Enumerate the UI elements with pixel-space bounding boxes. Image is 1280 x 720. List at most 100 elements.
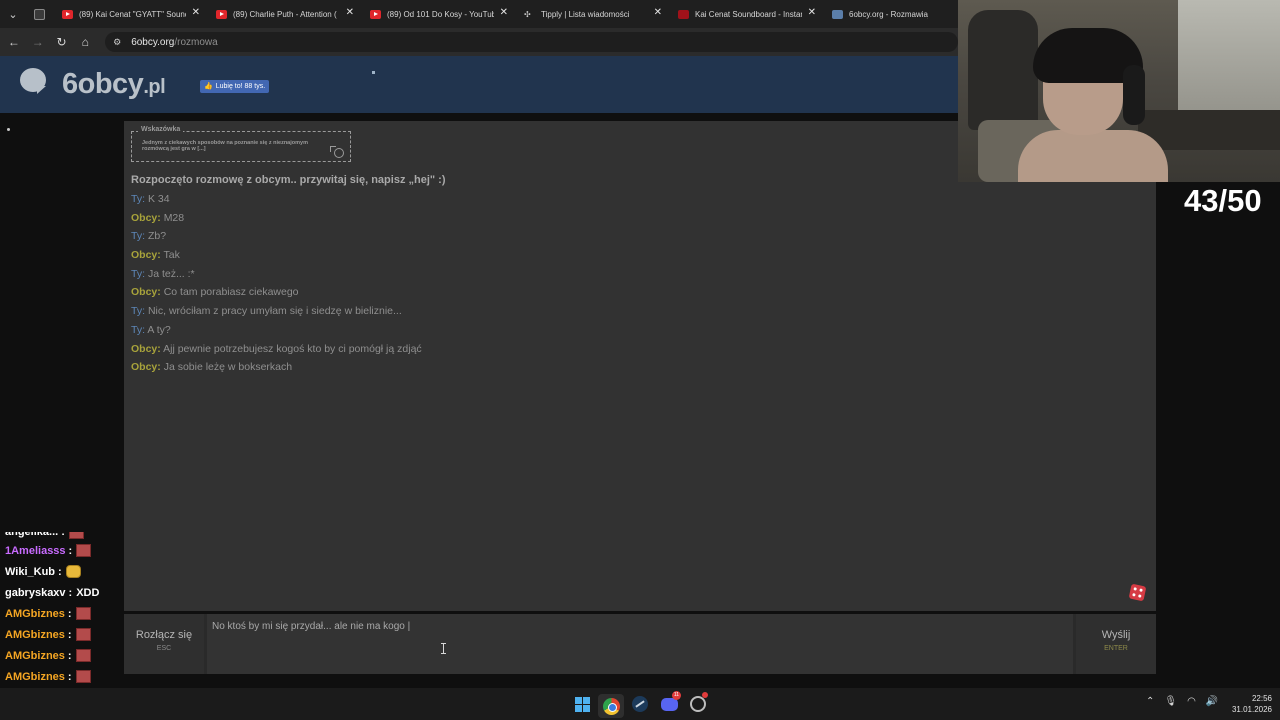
chat-text: XDD [76, 586, 100, 599]
tip-legend: Wskazówka [138, 126, 184, 133]
chat-emote-icon [76, 544, 92, 557]
message-text: Ajj pewnie potrzebujesz kogoś kto by ci … [163, 342, 422, 355]
chat-message: Ty: K 34 [131, 193, 422, 212]
stream-chat-line: AMGbiznes: [0, 645, 124, 666]
youtube-icon [216, 9, 227, 19]
disconnect-shortcut: ESC [156, 645, 172, 652]
webcam-overlay [958, 0, 1280, 182]
chat-message: Ty: Ja też... :* [131, 268, 422, 287]
address-bar[interactable]: ⚙ 6obcy.org/rozmowa [105, 32, 958, 52]
browser-tab[interactable]: ✣ Tipply | Lista wiadomości ✕ [514, 0, 668, 28]
facebook-like-button[interactable]: 👍 Lubię to! 88 tys. [200, 80, 270, 93]
address-domain: 6obcy.org [131, 36, 175, 48]
microphone-icon[interactable]: 🎙 [1164, 696, 1177, 707]
message-author: Ty: [131, 193, 146, 205]
message-author: Ty: [131, 267, 146, 280]
stream-chat-line: gabryskaxv: XDD [0, 582, 124, 603]
app-taskbar-button[interactable] [688, 692, 708, 714]
tip-text: Jednym z ciekawych sposobów na poznanie … [142, 140, 308, 152]
steam-taskbar-button[interactable] [630, 694, 650, 714]
decorative-dot [372, 71, 375, 74]
chat-username: angelika... [5, 532, 59, 538]
refresh-tip-icon[interactable] [330, 146, 344, 158]
chat-message: Ty: A ty? [131, 324, 422, 343]
system-clock[interactable]: 22:56 31.01.2026 [1226, 693, 1272, 715]
stream-chat-line: AMGbiznes: [0, 624, 124, 645]
close-tab-icon[interactable]: ✕ [808, 8, 816, 18]
browser-tab[interactable]: (89) Charlie Puth - Attention ( ✕ [206, 0, 360, 28]
message-text: K 34 [147, 193, 170, 205]
site-logo[interactable]: 6obcy.pl [62, 68, 166, 101]
message-text: Co tam porabiasz ciekawego [163, 286, 299, 299]
chat-username: AMGbiznes [5, 628, 65, 641]
tipply-icon: ✣ [524, 9, 531, 19]
chat-separator: : [67, 628, 72, 641]
home-icon[interactable]: ⌂ [73, 28, 97, 56]
tab-title: (89) Charlie Puth - Attention ( [233, 9, 337, 19]
send-shortcut: ENTER [1104, 645, 1128, 652]
browser-tab-active[interactable]: 6obcy.org - Rozmawiaj anonim [822, 0, 948, 28]
discord-taskbar-button[interactable]: 11 [659, 691, 681, 714]
text-cursor-icon [441, 643, 449, 654]
browser-toolbar: ← → ↻ ⌂ ⚙ 6obcy.org/rozmowa [0, 28, 958, 56]
tab-title: 6obcy.org - Rozmawiaj anonim [849, 9, 928, 19]
windows-taskbar: 11 ⌃ 🎙 ◠ 🔊 22:56 31.01.2026 [0, 688, 1280, 720]
message-text: Tak [163, 249, 180, 262]
chat-message: Ty: Zb? [131, 230, 422, 249]
message-author: Obcy: [131, 286, 161, 299]
message-text: M28 [163, 211, 185, 224]
volume-icon[interactable]: 🔊 [1206, 696, 1218, 707]
start-button[interactable] [572, 694, 592, 714]
notification-dot [702, 692, 708, 698]
send-button[interactable]: Wyślij ENTER [1076, 614, 1156, 674]
chat-message: Obcy: Co tam porabiasz ciekawego [131, 286, 422, 305]
logo-speech-bubble-icon [20, 68, 46, 94]
close-tab-icon[interactable]: ✕ [500, 8, 508, 18]
browser-tab[interactable]: (89) Od 101 Do Kosy - YouTub ✕ [360, 0, 514, 28]
message-author: Obcy: [131, 211, 161, 224]
back-arrow-icon[interactable]: ← [2, 28, 26, 56]
message-input[interactable]: No ktoś by mi się przydał... ale nie ma … [207, 614, 1073, 674]
close-tab-icon[interactable]: ✕ [192, 8, 200, 18]
thumbs-up-icon: 👍 [204, 83, 213, 90]
close-tab-icon[interactable]: ✕ [654, 8, 662, 18]
like-button-label: Lubię to! 88 tys. [215, 83, 266, 90]
message-text: Ja sobie leżę w bokserkach [163, 361, 293, 374]
stream-chat-line: AMGbiznes: [0, 666, 124, 687]
pinned-tab[interactable] [26, 0, 52, 28]
tab-title: (89) Od 101 Do Kosy - YouTub [387, 9, 494, 19]
app-icon [690, 696, 706, 712]
decorative-dot [7, 128, 10, 131]
message-author: Obcy: [131, 342, 161, 355]
chrome-taskbar-button[interactable] [598, 694, 624, 718]
clock-date: 31.01.2026 [1231, 705, 1272, 714]
message-author: Ty: [131, 230, 146, 243]
chat-log-panel: Wskazówka Jednym z ciekawych sposobów na… [124, 121, 1156, 611]
chevron-up-icon[interactable]: ⌃ [1146, 696, 1154, 707]
tab-search-chevron-icon[interactable]: ⌄ [0, 0, 26, 28]
close-tab-icon[interactable]: ✕ [346, 8, 354, 18]
browser-tab[interactable]: Kai Cenat Soundboard - Instan ✕ [668, 0, 822, 28]
chat-separator: : [68, 586, 73, 599]
disconnect-button[interactable]: Rozłącz się ESC [124, 614, 204, 674]
browser-tab[interactable]: (89) Kai Cenat "GYATT" Sound ✕ [52, 0, 206, 28]
wifi-icon[interactable]: ◠ [1187, 696, 1196, 707]
chat-message: Ty: Nic, wróciłam z pracy umyłam się i s… [131, 305, 422, 324]
chrome-icon [602, 697, 620, 715]
soundboard-icon [678, 9, 689, 19]
pinned-tab-icon [33, 8, 45, 20]
dice-icon[interactable] [1128, 583, 1147, 602]
tab-title: Tipply | Lista wiadomości [541, 9, 630, 19]
tip-box: Wskazówka Jednym z ciekawych sposobów na… [131, 126, 351, 162]
tab-title: (89) Kai Cenat "GYATT" Sound [79, 9, 186, 19]
chat-separator: : [67, 607, 72, 620]
chat-username: AMGbiznes [5, 649, 65, 662]
message-text: Nic, wróciłam z pracy umyłam się i siedz… [147, 305, 402, 318]
reload-icon[interactable]: ↻ [50, 28, 74, 56]
steam-icon [632, 696, 648, 712]
youtube-icon [62, 9, 73, 19]
message-text: Zb? [147, 230, 167, 243]
forward-arrow-icon[interactable]: → [26, 28, 50, 56]
site-info-icon[interactable]: ⚙ [111, 36, 123, 48]
chat-username: 1Ameliasss [5, 544, 66, 557]
